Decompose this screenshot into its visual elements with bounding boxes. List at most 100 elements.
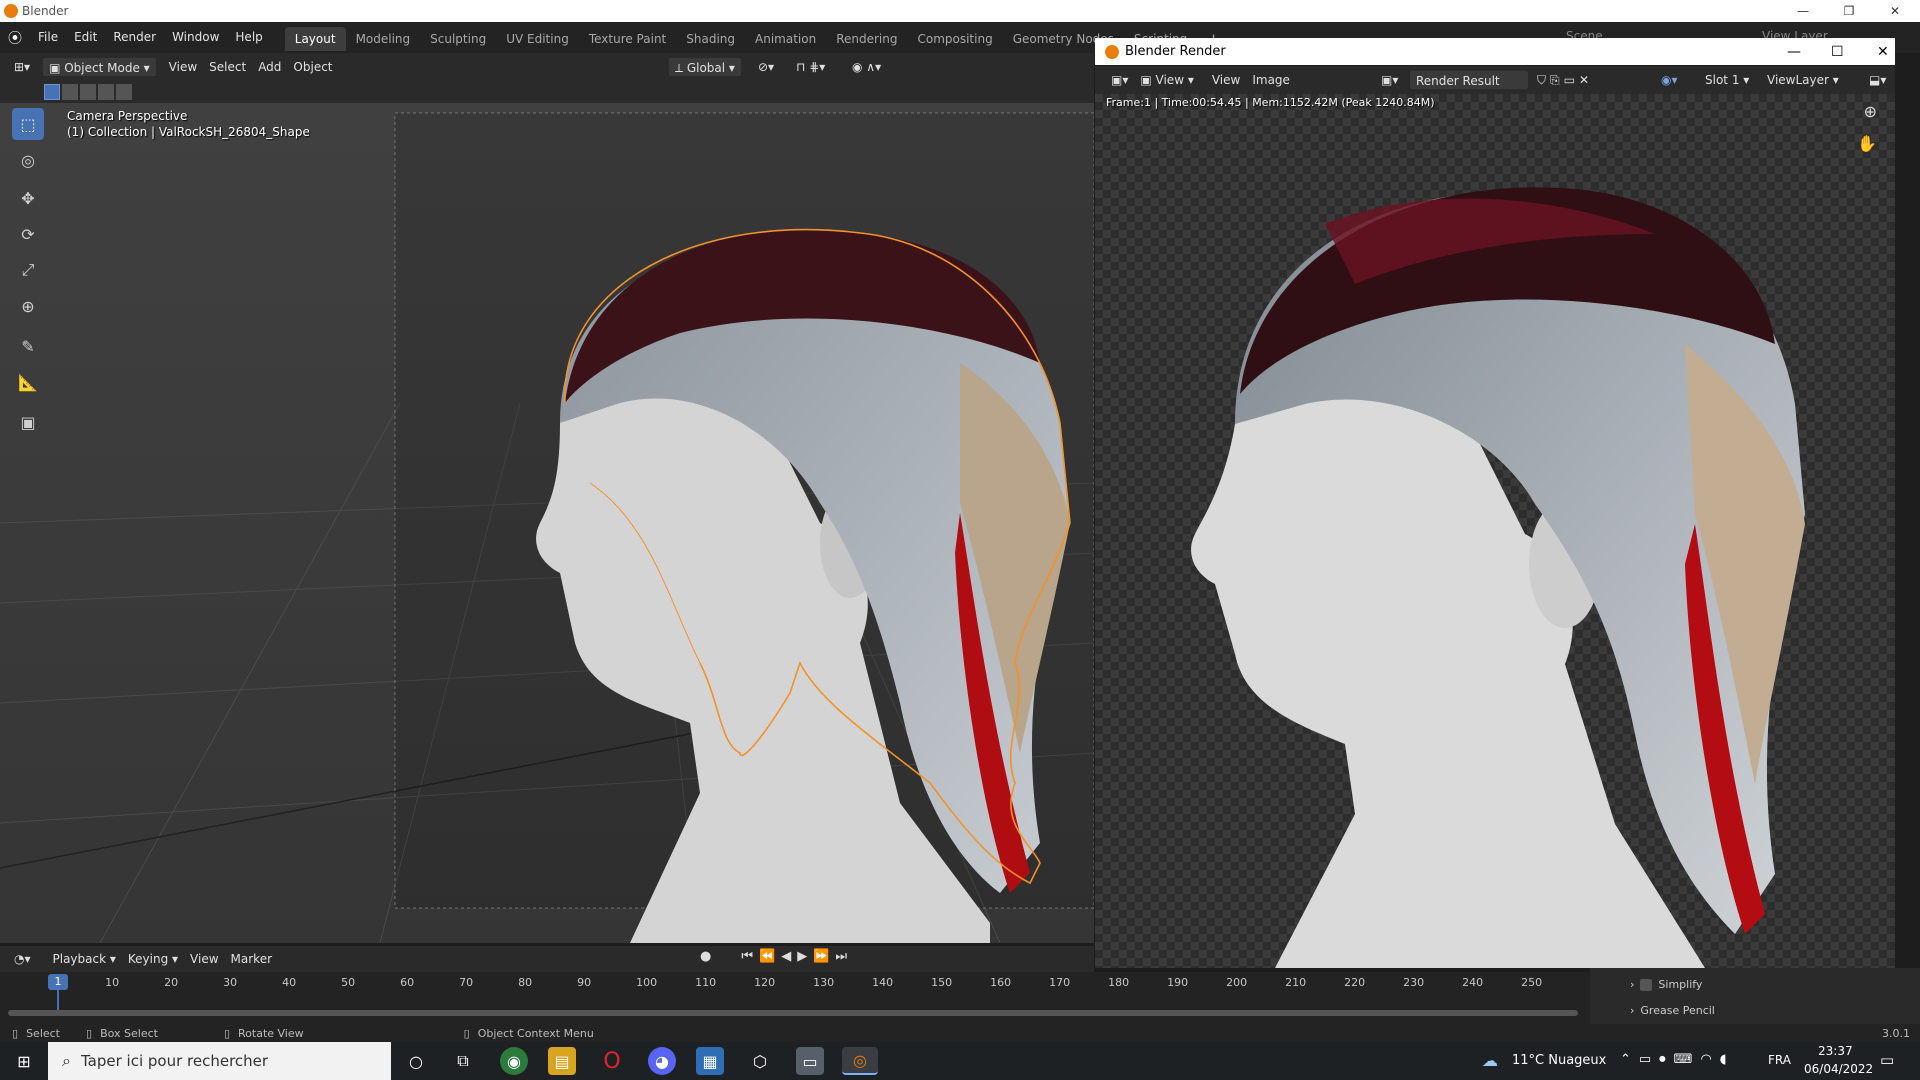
next-keyframe-icon[interactable]: ⏩ [813, 949, 829, 964]
measure-tool-icon[interactable]: 📐 [12, 366, 44, 398]
keying-menu[interactable]: Keying ▾ [122, 949, 184, 969]
record-icon[interactable]: ● [700, 949, 711, 964]
display-channels-icon[interactable]: ◉▾ [1655, 70, 1684, 90]
scale-tool-icon[interactable]: ⤢ [12, 254, 44, 286]
render-minimize-icon[interactable]: — [1787, 44, 1801, 60]
weather-icon[interactable]: ☁ [1482, 1051, 1498, 1070]
timeline-view-menu[interactable]: View [184, 949, 224, 969]
timeline-body[interactable]: 1 10 20 30 40 50 60 70 80 90 100 110 120 130 140 150 16… [0, 972, 1590, 1024]
chrome-icon[interactable]: ◉ [500, 1047, 528, 1075]
photos-icon[interactable]: ▦ [696, 1047, 724, 1075]
render-window-titlebar: Blender Render — ☐ ✕ [1095, 38, 1895, 65]
render-result-canvas[interactable]: Frame:1 | Time:00:54.45 | Mem:1152.42M (… [1095, 94, 1895, 968]
slot-dropdown[interactable]: Slot 1 ▾ [1699, 70, 1759, 90]
menu-render[interactable]: Render [105, 22, 164, 53]
play-icon[interactable]: ▶ [797, 949, 807, 964]
image-view-dropdown[interactable]: ▣ View ▾ [1134, 70, 1199, 90]
discord-icon[interactable]: ◕ [648, 1047, 676, 1075]
3d-viewport[interactable]: Camera Perspective (1) Collection | ValR… [0, 103, 1094, 943]
frame-tick-label: 50 [341, 976, 356, 989]
tab-texture-paint[interactable]: Texture Paint [579, 27, 676, 51]
status-bar: ▯ Select ▯ Box Select ▯ Rotate View ▯ Ob… [0, 1024, 1920, 1042]
minimize-icon[interactable]: — [1780, 0, 1826, 22]
playhead[interactable] [57, 990, 59, 1010]
opera-icon[interactable]: O [598, 1047, 626, 1075]
menu-add[interactable]: Add [252, 57, 287, 77]
blender-render-logo-icon [1105, 44, 1119, 59]
editor-type-icon[interactable]: ⊞▾ [8, 57, 36, 77]
cortana-icon[interactable]: ○ [402, 1047, 430, 1075]
menu-object[interactable]: Object [287, 57, 338, 77]
tab-layout[interactable]: Layout [284, 26, 346, 51]
display-mode-icon[interactable]: ⬓▾ [1863, 70, 1892, 90]
tab-animation[interactable]: Animation [745, 27, 826, 51]
tray-icons[interactable]: ⌃▭⏺⌨◠◖ [1620, 1052, 1735, 1067]
notifications-icon[interactable]: ▭ [1880, 1051, 1894, 1069]
windows-start-icon[interactable]: ⊞ [10, 1047, 38, 1075]
taskbar-search[interactable]: ⌕ Taper ici pour rechercher [48, 1042, 391, 1080]
rotate-tool-icon[interactable]: ⟳ [12, 218, 44, 250]
current-frame-indicator[interactable]: 1 [48, 974, 68, 990]
menu-help[interactable]: Help [227, 22, 270, 53]
select-mode-icons[interactable] [44, 84, 140, 100]
app-icon[interactable]: ▭ [796, 1047, 824, 1075]
simplify-panel[interactable]: › Simplify [1630, 978, 1702, 991]
play-reverse-icon[interactable]: ◀ [781, 949, 791, 964]
select-box-tool-icon[interactable]: ⬚ [12, 108, 44, 140]
snap-icon[interactable]: ⊓ ⋕▾ [790, 57, 831, 77]
annotate-tool-icon[interactable]: ✎ [12, 330, 44, 362]
frame-tick-label: 90 [577, 976, 592, 989]
playback-menu[interactable]: Playback ▾ [47, 949, 122, 969]
task-view-icon[interactable]: ⧉ [449, 1047, 477, 1075]
marker-menu[interactable]: Marker [225, 949, 278, 969]
blender-taskbar-icon[interactable]: ◎ [842, 1047, 878, 1075]
proportional-edit-icon[interactable]: ◉ ∧▾ [846, 57, 887, 77]
image-view-menu[interactable]: View [1206, 70, 1246, 90]
tab-rendering[interactable]: Rendering [826, 27, 907, 51]
tab-uv-editing[interactable]: UV Editing [496, 27, 579, 51]
image-browse-icon[interactable]: ▣▾ [1375, 70, 1404, 90]
object-mode-dropdown[interactable]: ▣ Object Mode ▾ [42, 57, 157, 77]
tab-compositing[interactable]: Compositing [907, 27, 1002, 51]
clock-date[interactable]: 06/04/2022 [1804, 1062, 1873, 1076]
menu-file[interactable]: File [30, 22, 66, 53]
grease-pencil-panel[interactable]: › Grease Pencil [1630, 1004, 1715, 1017]
pan-hand-icon[interactable]: ✋ [1857, 134, 1877, 153]
render-result-field[interactable]: Render Result [1409, 70, 1529, 90]
image-menu[interactable]: Image [1246, 70, 1296, 90]
menu-select[interactable]: Select [203, 57, 252, 77]
prev-keyframe-icon[interactable]: ⏪ [759, 949, 775, 964]
render-close-icon[interactable]: ✕ [1877, 44, 1889, 60]
menu-view[interactable]: View [163, 57, 203, 77]
menu-edit[interactable]: Edit [66, 22, 105, 53]
frame-tick-label: 30 [223, 976, 238, 989]
clock-time[interactable]: 23:37 [1818, 1044, 1853, 1058]
zoom-icon[interactable]: ⊕ [1864, 102, 1877, 121]
3d-viewer-icon[interactable]: ⬡ [746, 1047, 774, 1075]
blender-menu-icon[interactable]: ⦿ [0, 28, 30, 48]
weather-text[interactable]: 11°C Nuageux [1512, 1053, 1606, 1068]
jump-end-icon[interactable]: ⏭ [835, 949, 847, 964]
cursor-tool-icon[interactable]: ◎ [12, 144, 44, 176]
file-explorer-icon[interactable]: ▤ [548, 1047, 576, 1075]
orientation-dropdown[interactable]: ⟂ Global ▾ [668, 57, 742, 77]
tab-shading[interactable]: Shading [676, 27, 745, 51]
language-indicator[interactable]: FRA [1768, 1053, 1791, 1067]
tab-sculpting[interactable]: Sculpting [420, 27, 496, 51]
timeline-scrollbar[interactable] [8, 1010, 1578, 1016]
move-tool-icon[interactable]: ✥ [12, 182, 44, 214]
viewlayer-dropdown[interactable]: ViewLayer ▾ [1761, 70, 1851, 90]
jump-start-icon[interactable]: ⏮ [741, 949, 753, 964]
render-maximize-icon[interactable]: ☐ [1831, 44, 1844, 60]
pivot-icon[interactable]: ⊘▾ [752, 57, 780, 77]
transform-tool-icon[interactable]: ⊕ [12, 290, 44, 322]
timeline-editor-icon[interactable]: ◔▾ [8, 949, 37, 969]
tab-modeling[interactable]: Modeling [346, 27, 421, 51]
close-icon[interactable]: ✕ [1872, 0, 1918, 22]
simplify-checkbox[interactable] [1640, 978, 1653, 991]
restore-icon[interactable]: ❐ [1826, 0, 1872, 22]
image-actions-icons[interactable]: ⛉⎘▭✕ [1531, 70, 1599, 90]
menu-window[interactable]: Window [164, 22, 227, 53]
image-editor-type-icon[interactable]: ▣▾ [1105, 70, 1134, 90]
add-cube-tool-icon[interactable]: ▣ [12, 406, 44, 438]
